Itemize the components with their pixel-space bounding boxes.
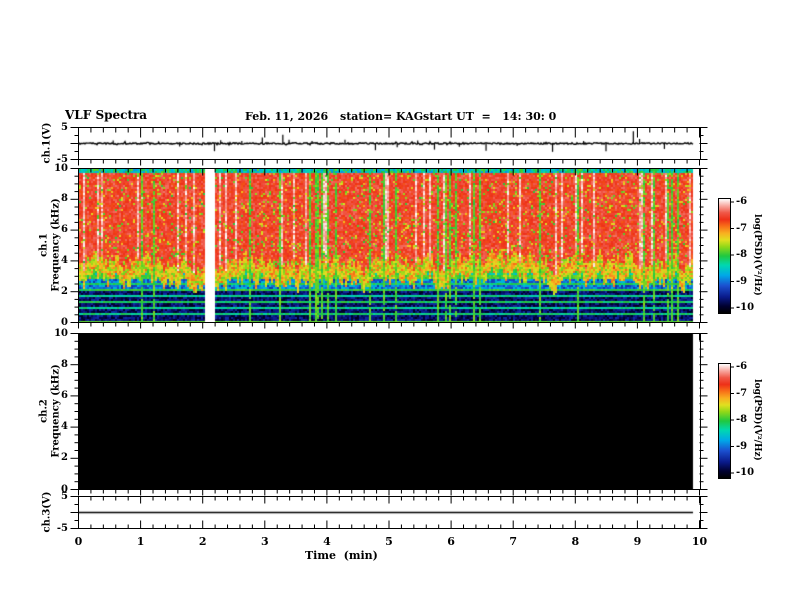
- ch3-volt-tick-label: -5: [56, 522, 68, 534]
- ch3-waveform-panel: [78, 496, 701, 529]
- ch3-waveform-trace: [79, 497, 700, 528]
- vlf-spectra-screen: VLF Spectra Feb. 11, 2026 station= KAG s…: [0, 0, 792, 612]
- ch2-freq-tick-label: 4: [61, 421, 68, 433]
- ch1-freq-tick-label: 4: [61, 254, 68, 266]
- time-tick-label: 2: [198, 535, 207, 548]
- ch2-spec-channel-label: ch.2: [38, 399, 50, 423]
- time-tick-label: 3: [260, 535, 269, 548]
- ch3-volt-tick-label: 5: [61, 490, 68, 502]
- date-label: Feb. 11, 2026: [245, 110, 329, 123]
- time-tick-label: 7: [509, 535, 518, 548]
- colorbar-tick-label: -7: [736, 387, 748, 399]
- colorbar-tick-label: -9: [736, 275, 748, 287]
- ch2-freq-tick-label: 2: [61, 452, 68, 464]
- time-tick-label: 8: [571, 535, 580, 548]
- time-tick-label: 10: [691, 535, 708, 548]
- ch1-freq-tick-label: 2: [61, 285, 68, 297]
- ch1-spec-freq-axis-label: Frequency (kHz): [50, 198, 62, 292]
- ch2-freq-tick-label: 8: [61, 358, 68, 370]
- time-tick-label: 9: [633, 535, 642, 548]
- ch1-waveform-panel: [78, 127, 701, 160]
- colorbar-tick-label: -9: [736, 440, 748, 452]
- ch1-volt-tick-label: 5: [61, 121, 68, 133]
- ch1-colorbar: [718, 198, 731, 314]
- time-tick-label: 4: [323, 535, 331, 548]
- time-axis-title: Time (min): [305, 549, 378, 562]
- time-tick-label: 1: [136, 535, 145, 548]
- time-tick-label: 5: [385, 535, 393, 548]
- station-label: station= KAG: [340, 110, 424, 123]
- ch2-freq-tick-label: 10: [54, 327, 68, 339]
- start-ut-label: start UT = 14: 30: 0: [423, 110, 557, 123]
- ch2-spectrogram-panel: [78, 333, 701, 490]
- ch2-spec-freq-axis-label: Frequency (kHz): [50, 364, 62, 458]
- page-title: VLF Spectra: [65, 108, 148, 122]
- colorbar-tick-label: -8: [736, 249, 748, 260]
- colorbar-tick-label: -7: [736, 222, 748, 234]
- ch2-colorbar-label: log(PSD)(V²/Hz): [752, 379, 762, 461]
- colorbar-tick-label: -10: [736, 467, 755, 478]
- colorbar-tick-label: -10: [736, 302, 755, 313]
- ch1-spectrogram-image: [79, 169, 700, 322]
- ch1-freq-tick-label: 8: [61, 193, 68, 205]
- ch1-waveform-trace: [79, 128, 700, 159]
- ch1-colorbar-label: log(PSD)(V²/Hz): [752, 214, 762, 296]
- ch2-spectrogram-image: [79, 334, 700, 489]
- colorbar-tick-label: -6: [736, 361, 748, 372]
- time-tick-label: 6: [447, 535, 455, 548]
- ch2-freq-tick-label: 6: [61, 389, 68, 401]
- colorbar-tick-label: -6: [736, 196, 748, 207]
- ch1-spectrogram-panel: [78, 168, 701, 323]
- ch1-freq-tick-label: 6: [61, 224, 68, 236]
- time-tick-label: 0: [74, 535, 83, 548]
- ch1-volt-tick-label: -5: [56, 153, 68, 165]
- ch2-colorbar: [718, 363, 731, 479]
- colorbar-tick-label: -8: [736, 414, 748, 425]
- ch1-spec-channel-label: ch.1: [38, 233, 50, 257]
